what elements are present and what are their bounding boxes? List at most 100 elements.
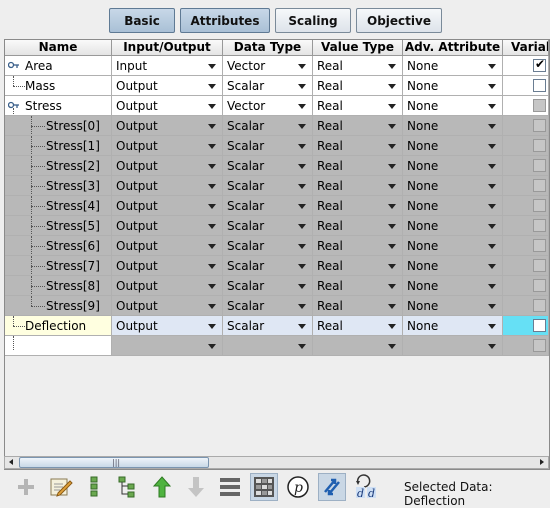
chevron-down-icon[interactable] [298,84,306,89]
chevron-down-icon[interactable] [388,324,396,329]
name-cell[interactable]: Stress[7] [5,256,112,276]
grid-view-icon[interactable] [250,473,278,501]
name-cell[interactable]: Stress[0] [5,116,112,136]
chevron-down-icon[interactable] [488,224,496,229]
tree-key-icon[interactable] [8,60,20,70]
table-row[interactable]: Stress[3] Output Scalar Real None [5,176,549,196]
name-cell[interactable]: Deflection [5,316,112,336]
chevron-down-icon[interactable] [208,324,216,329]
tab-attributes[interactable]: Attributes [180,8,270,33]
name-cell[interactable]: Stress[3] [5,176,112,196]
value-type-dropdown[interactable]: Real [313,116,403,136]
adv-attribute-dropdown[interactable]: None [403,236,503,256]
chevron-down-icon[interactable] [298,124,306,129]
name-cell[interactable]: Stress[9] [5,296,112,316]
input-output-dropdown[interactable]: Output [112,196,223,216]
value-type-dropdown[interactable]: Real [313,296,403,316]
chevron-down-icon[interactable] [208,144,216,149]
table-row[interactable]: Stress[1] Output Scalar Real None [5,136,549,156]
chevron-down-icon[interactable] [298,204,306,209]
column-header-variable[interactable]: Variab [503,40,549,56]
scroll-left-icon[interactable] [5,457,18,468]
chevron-down-icon[interactable] [388,164,396,169]
chevron-down-icon[interactable] [298,184,306,189]
table-row[interactable]: Stress[7] Output Scalar Real None [5,256,549,276]
input-output-dropdown[interactable] [112,336,223,356]
move-down-icon[interactable] [182,473,210,501]
input-output-dropdown[interactable]: Output [112,176,223,196]
chevron-down-icon[interactable] [208,84,216,89]
scroll-right-icon[interactable] [535,457,548,468]
table-row[interactable]: Stress[2] Output Scalar Real None [5,156,549,176]
value-type-dropdown[interactable]: Real [313,96,403,116]
add-icon[interactable] [12,473,40,501]
chevron-down-icon[interactable] [208,124,216,129]
chevron-down-icon[interactable] [488,64,496,69]
value-type-dropdown[interactable]: Real [313,256,403,276]
chevron-down-icon[interactable] [488,284,496,289]
name-cell[interactable]: Stress[4] [5,196,112,216]
input-output-dropdown[interactable]: Output [112,216,223,236]
value-type-dropdown[interactable] [313,336,403,356]
chevron-down-icon[interactable] [208,284,216,289]
column-header-value-type[interactable]: Value Type [313,40,403,56]
table-row[interactable]: Stress[0] Output Scalar Real None [5,116,549,136]
list-view-icon[interactable] [216,473,244,501]
adv-attribute-dropdown[interactable]: None [403,256,503,276]
chevron-down-icon[interactable] [388,304,396,309]
table-row[interactable]: Stress Output Vector Real None [5,96,549,116]
chevron-down-icon[interactable] [298,104,306,109]
chevron-down-icon[interactable] [388,244,396,249]
value-type-dropdown[interactable]: Real [313,156,403,176]
data-type-dropdown[interactable]: Scalar [223,136,313,156]
chevron-down-icon[interactable] [208,164,216,169]
chevron-down-icon[interactable] [488,324,496,329]
chevron-down-icon[interactable] [208,104,216,109]
name-cell[interactable]: Stress[6] [5,236,112,256]
chevron-down-icon[interactable] [388,144,396,149]
input-output-dropdown[interactable]: Output [112,236,223,256]
chevron-down-icon[interactable] [488,144,496,149]
chevron-down-icon[interactable] [298,144,306,149]
name-cell[interactable]: Stress[2] [5,156,112,176]
edit-icon[interactable] [46,473,74,501]
adv-attribute-dropdown[interactable]: None [403,296,503,316]
chevron-down-icon[interactable] [388,84,396,89]
adv-attribute-dropdown[interactable]: None [403,116,503,136]
chevron-down-icon[interactable] [298,64,306,69]
chevron-down-icon[interactable] [298,264,306,269]
table-row[interactable]: Stress[5] Output Scalar Real None [5,216,549,236]
table-row[interactable] [5,336,549,356]
data-type-dropdown[interactable]: Scalar [223,196,313,216]
chevron-down-icon[interactable] [488,124,496,129]
value-type-dropdown[interactable]: Real [313,56,403,76]
tab-basic[interactable]: Basic [109,8,175,33]
input-output-dropdown[interactable]: Output [112,296,223,316]
value-type-dropdown[interactable]: Real [313,276,403,296]
scrollbar-thumb[interactable]: ||| [19,457,209,468]
data-type-dropdown[interactable]: Scalar [223,116,313,136]
table-row[interactable]: Stress[6] Output Scalar Real None [5,236,549,256]
data-type-dropdown[interactable]: Scalar [223,76,313,96]
horizontal-scrollbar[interactable]: ||| [4,456,549,469]
value-type-dropdown[interactable]: Real [313,176,403,196]
column-header-input-output[interactable]: Input/Output [112,40,223,56]
name-cell[interactable]: Stress[5] [5,216,112,236]
name-cell[interactable]: Stress[1] [5,136,112,156]
adv-attribute-dropdown[interactable]: None [403,316,503,336]
chevron-down-icon[interactable] [208,204,216,209]
data-type-dropdown[interactable]: Scalar [223,216,313,236]
chevron-down-icon[interactable] [488,164,496,169]
data-type-dropdown[interactable]: Scalar [223,176,313,196]
tree-key-icon[interactable] [8,100,20,110]
chevron-down-icon[interactable] [488,104,496,109]
chevron-down-icon[interactable] [488,184,496,189]
data-type-dropdown[interactable]: Scalar [223,156,313,176]
tab-scaling[interactable]: Scaling [275,8,351,33]
input-output-dropdown[interactable]: Output [112,156,223,176]
chevron-down-icon[interactable] [388,284,396,289]
chevron-down-icon[interactable] [298,164,306,169]
chevron-down-icon[interactable] [208,344,216,349]
chevron-down-icon[interactable] [208,264,216,269]
name-cell[interactable]: Mass [5,76,112,96]
